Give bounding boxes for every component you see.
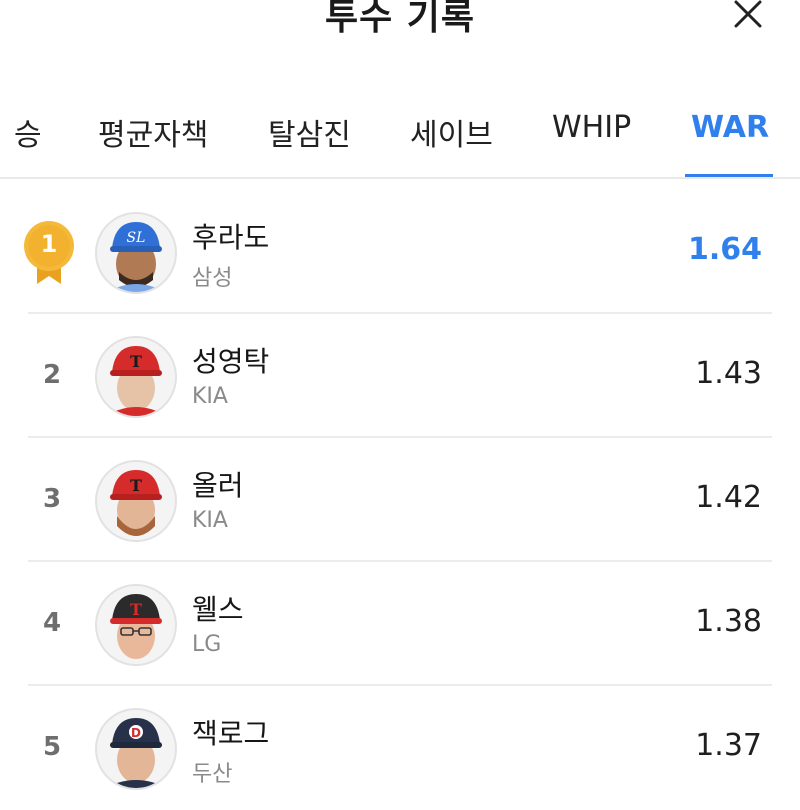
svg-text:T: T xyxy=(130,352,142,371)
close-button[interactable] xyxy=(728,0,768,34)
rank-number: 4 xyxy=(42,608,62,638)
avatar: T xyxy=(95,584,177,666)
close-icon xyxy=(734,0,762,28)
list-item[interactable]: 4 T 웰스 LG 1.38 xyxy=(0,562,800,686)
svg-text:D: D xyxy=(131,726,141,740)
player-team: 두산 xyxy=(192,762,233,787)
avatar: SL xyxy=(95,212,177,294)
player-name: 올러 xyxy=(192,469,244,502)
war-value: 1.37 xyxy=(695,728,762,763)
rank-number: 5 xyxy=(42,732,62,762)
avatar: T xyxy=(95,336,177,418)
tab-whip[interactable]: WHIP xyxy=(552,110,631,145)
list-item[interactable]: 2 T 성영탁 KIA 1.43 xyxy=(0,314,800,438)
player-name: 웰스 xyxy=(192,593,244,626)
svg-text:SL: SL xyxy=(127,230,146,246)
rank-number: 3 xyxy=(42,484,62,514)
header: 투수 기록 xyxy=(0,0,800,40)
tab-saves[interactable]: 세이브 xyxy=(410,110,493,154)
war-value: 1.43 xyxy=(695,356,762,391)
player-name: 성영탁 xyxy=(192,345,270,378)
avatar: D xyxy=(95,708,177,790)
war-value: 1.42 xyxy=(695,480,762,515)
list-item[interactable]: 5 D 잭로그 두산 1.37 xyxy=(0,686,800,810)
stat-tabs: 승 평균자책 탈삼진 세이브 WHIP WAR xyxy=(0,96,800,178)
player-name: 후라도 xyxy=(192,221,270,254)
player-team: LG xyxy=(192,632,222,657)
war-value: 1.64 xyxy=(687,232,762,267)
svg-text:T: T xyxy=(130,476,142,495)
player-name: 잭로그 xyxy=(192,717,270,750)
tab-era[interactable]: 평균자책 xyxy=(98,110,208,154)
player-team: KIA xyxy=(192,508,228,533)
list-item[interactable]: 1 SL 후라도 삼성 1.64 xyxy=(0,190,800,314)
avatar: T xyxy=(95,460,177,542)
player-team: 삼성 xyxy=(192,266,233,291)
player-team: KIA xyxy=(192,384,228,409)
tab-war[interactable]: WAR xyxy=(691,110,769,145)
tabs-divider xyxy=(0,177,800,179)
tab-wins[interactable]: 승 xyxy=(14,110,42,154)
gold-medal-icon: 1 xyxy=(22,220,76,286)
svg-text:T: T xyxy=(130,600,142,619)
list-item[interactable]: 3 T 올러 KIA 1.42 xyxy=(0,438,800,562)
tab-strikeouts[interactable]: 탈삼진 xyxy=(268,110,351,154)
page-title: 투수 기록 xyxy=(324,0,475,38)
war-value: 1.38 xyxy=(695,604,762,639)
rank-number: 2 xyxy=(42,360,62,390)
